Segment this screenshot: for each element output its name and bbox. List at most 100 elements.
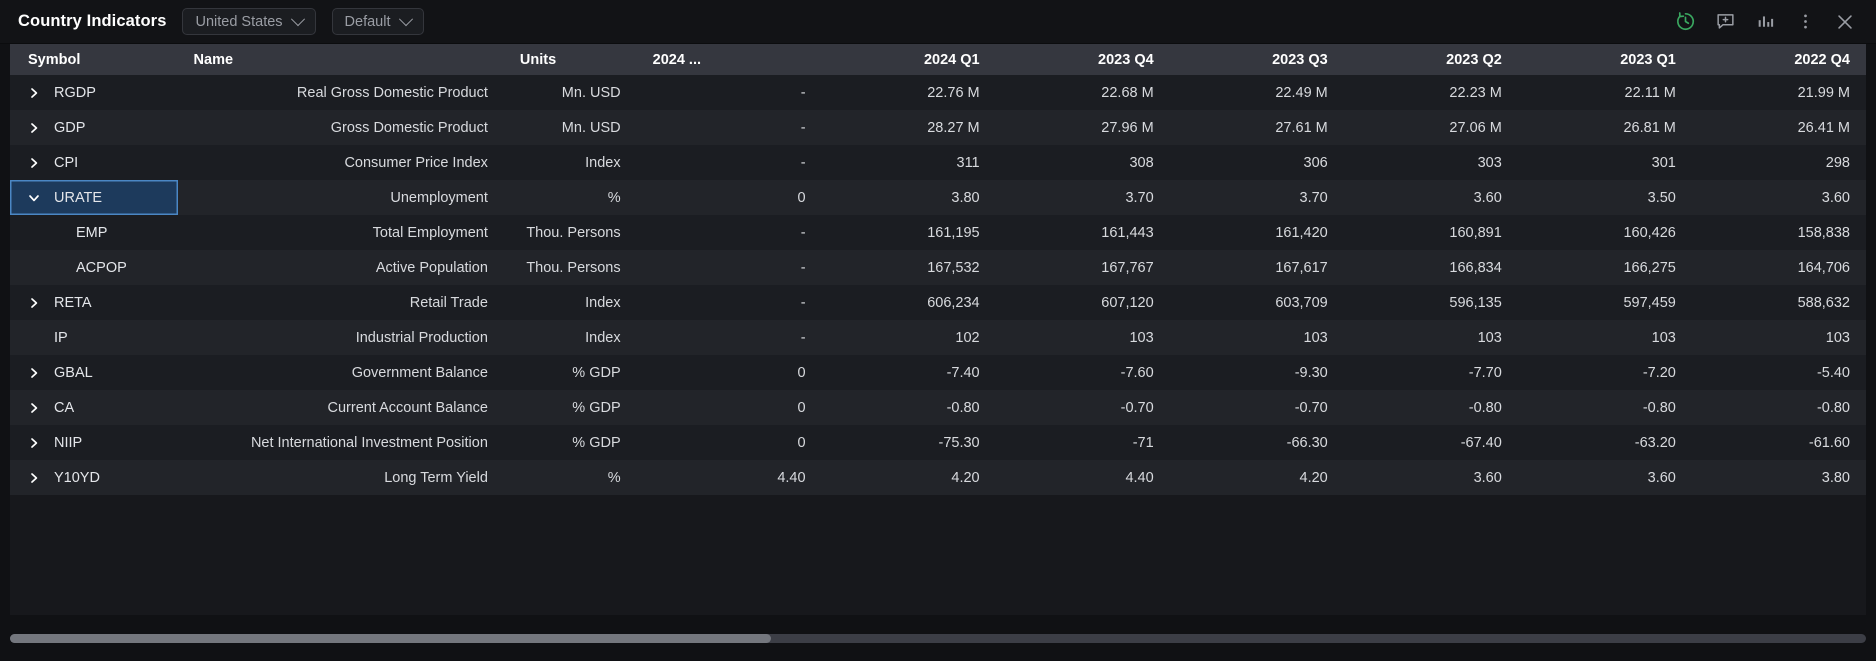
cell-partial[interactable]: 0 <box>636 425 822 460</box>
cell-value[interactable]: 603,709 <box>1169 285 1344 320</box>
cell-units[interactable]: % GDP <box>503 390 637 425</box>
cell-value[interactable]: -0.70 <box>1169 390 1344 425</box>
cell-symbol[interactable]: IP <box>10 320 178 355</box>
chevron-right-icon[interactable] <box>26 157 42 169</box>
column-header-units[interactable]: Units <box>503 44 637 75</box>
cell-value[interactable]: 3.80 <box>821 180 996 215</box>
chevron-right-icon[interactable] <box>26 367 42 379</box>
cell-symbol[interactable]: GDP <box>10 110 178 145</box>
table-row[interactable]: NIIP Net International Investment Positio… <box>10 425 1866 460</box>
cell-partial[interactable]: - <box>636 320 822 355</box>
cell-units[interactable]: % GDP <box>503 425 637 460</box>
close-button[interactable] <box>1828 5 1862 39</box>
country-selector[interactable]: United States <box>182 8 316 35</box>
column-header-2022-q4[interactable]: 2022 Q4 <box>1691 44 1866 75</box>
cell-name[interactable]: Consumer Price Index <box>177 145 504 180</box>
horizontal-scrollbar-thumb[interactable] <box>10 633 771 643</box>
cell-value[interactable]: 3.60 <box>1517 460 1692 495</box>
cell-value[interactable]: 3.70 <box>995 180 1170 215</box>
cell-value[interactable]: -61.60 <box>1691 425 1866 460</box>
cell-value[interactable]: -71 <box>995 425 1170 460</box>
cell-value[interactable]: 4.20 <box>821 460 996 495</box>
cell-symbol[interactable]: RGDP <box>10 75 178 110</box>
cell-value[interactable]: 607,120 <box>995 285 1170 320</box>
cell-value[interactable]: 4.40 <box>995 460 1170 495</box>
cell-partial[interactable]: - <box>636 250 822 285</box>
chevron-down-icon[interactable] <box>26 192 42 204</box>
cell-value[interactable]: 597,459 <box>1517 285 1692 320</box>
cell-name[interactable]: Current Account Balance <box>177 390 504 425</box>
cell-value[interactable]: -5.40 <box>1691 355 1866 390</box>
cell-name[interactable]: Unemployment <box>177 180 504 215</box>
chevron-right-icon[interactable] <box>26 87 42 99</box>
table-row[interactable]: Y10YD Long Term Yield% 4.40 4.20 4.40 4.20 3.6… <box>10 460 1866 495</box>
column-header-2024-q1[interactable]: 2024 Q1 <box>821 44 996 75</box>
cell-value[interactable]: 103 <box>1691 320 1866 355</box>
table-row[interactable]: RETA Retail Trade Index -606,234 607,120 603,… <box>10 285 1866 320</box>
cell-units[interactable]: Mn. USD <box>503 75 637 110</box>
column-header-2023-q1[interactable]: 2023 Q1 <box>1517 44 1692 75</box>
cell-symbol[interactable]: GBAL <box>10 355 178 390</box>
cell-value[interactable]: 160,891 <box>1343 215 1518 250</box>
table-row[interactable]: EMP Total Employment Thou. Persons -161,195… <box>10 215 1866 250</box>
cell-value[interactable]: 3.80 <box>1691 460 1866 495</box>
table-row[interactable]: IP Industrial Production Index -102 103 103 10… <box>10 320 1866 355</box>
cell-value[interactable]: 596,135 <box>1343 285 1518 320</box>
history-button[interactable] <box>1668 5 1702 39</box>
cell-value[interactable]: -0.70 <box>995 390 1170 425</box>
cell-value[interactable]: 308 <box>995 145 1170 180</box>
cell-value[interactable]: -0.80 <box>1517 390 1692 425</box>
cell-partial[interactable]: 0 <box>636 180 822 215</box>
cell-value[interactable]: 103 <box>995 320 1170 355</box>
cell-value[interactable]: 301 <box>1517 145 1692 180</box>
cell-value[interactable]: -7.70 <box>1343 355 1518 390</box>
cell-value[interactable]: -7.40 <box>821 355 996 390</box>
column-header-name[interactable]: Name <box>177 44 504 75</box>
cell-symbol[interactable]: ACPOP <box>10 250 178 285</box>
cell-units[interactable]: % <box>503 460 637 495</box>
cell-name[interactable]: Active Population <box>177 250 504 285</box>
cell-value[interactable]: 28.27 M <box>821 110 996 145</box>
cell-value[interactable]: 158,838 <box>1691 215 1866 250</box>
chart-button[interactable] <box>1748 5 1782 39</box>
horizontal-scrollbar-track[interactable] <box>10 633 1866 643</box>
cell-value[interactable]: 3.60 <box>1343 180 1518 215</box>
cell-symbol[interactable]: EMP <box>10 215 178 250</box>
cell-value[interactable]: -7.20 <box>1517 355 1692 390</box>
cell-value[interactable]: 311 <box>821 145 996 180</box>
table-row[interactable]: GDP Gross Domestic Product Mn. USD -28.27 M… <box>10 110 1866 145</box>
column-header-2023-q3[interactable]: 2023 Q3 <box>1169 44 1344 75</box>
cell-value[interactable]: 164,706 <box>1691 250 1866 285</box>
preset-selector[interactable]: Default <box>331 8 424 35</box>
cell-value[interactable]: 167,532 <box>821 250 996 285</box>
cell-value[interactable]: -9.30 <box>1169 355 1344 390</box>
column-header-2024[interactable]: 2024 ... <box>636 44 822 75</box>
table-row[interactable]: ACPOP Active Population Thou. Persons -167,… <box>10 250 1866 285</box>
cell-symbol[interactable]: CA <box>10 390 178 425</box>
table-row[interactable]: RGDP Real Gross Domestic Product Mn. USD -2… <box>10 75 1866 110</box>
cell-value[interactable]: 3.50 <box>1517 180 1692 215</box>
chevron-right-icon[interactable] <box>26 122 42 134</box>
cell-value[interactable]: 161,195 <box>821 215 996 250</box>
cell-units[interactable]: Index <box>503 320 637 355</box>
column-header-2023-q4[interactable]: 2023 Q4 <box>995 44 1170 75</box>
cell-value[interactable]: -0.80 <box>821 390 996 425</box>
cell-value[interactable]: 166,834 <box>1343 250 1518 285</box>
cell-units[interactable]: Mn. USD <box>503 110 637 145</box>
table-row[interactable]: CA Current Account Balance% GDP 0 -0.80 -0.7… <box>10 390 1866 425</box>
chevron-right-icon[interactable] <box>26 437 42 449</box>
cell-value[interactable]: 3.60 <box>1343 460 1518 495</box>
cell-units[interactable]: Index <box>503 285 637 320</box>
cell-value[interactable]: 298 <box>1691 145 1866 180</box>
cell-partial[interactable]: 0 <box>636 355 822 390</box>
cell-value[interactable]: -75.30 <box>821 425 996 460</box>
cell-name[interactable]: Gross Domestic Product <box>177 110 504 145</box>
cell-value[interactable]: 303 <box>1343 145 1518 180</box>
cell-value[interactable]: 166,275 <box>1517 250 1692 285</box>
cell-value[interactable]: 22.76 M <box>821 75 996 110</box>
column-header-symbol[interactable]: Symbol <box>10 44 178 75</box>
cell-value[interactable]: 27.96 M <box>995 110 1170 145</box>
cell-value[interactable]: -66.30 <box>1169 425 1344 460</box>
cell-name[interactable]: Net International Investment Position <box>177 425 504 460</box>
cell-name[interactable]: Retail Trade <box>177 285 504 320</box>
